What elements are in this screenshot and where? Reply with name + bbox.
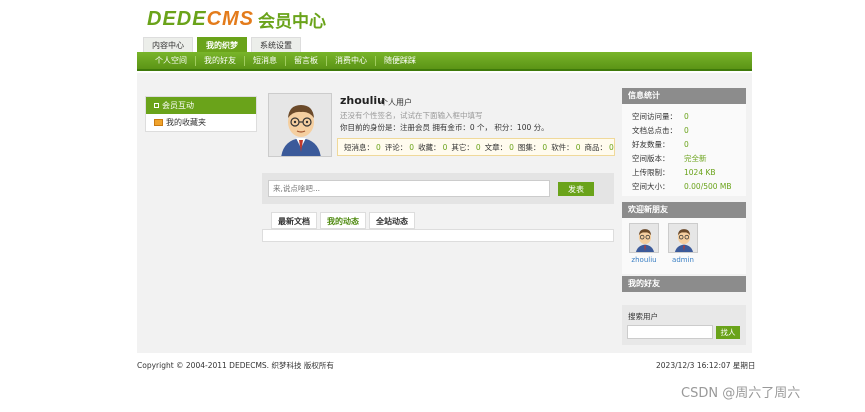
new-friends-title: 欢迎新朋友 <box>622 202 746 218</box>
stat-value[interactable]: 0 <box>476 143 481 152</box>
content-tabs: 最新文档 我的动态 全站动态 <box>271 212 418 229</box>
friend-item[interactable]: admin <box>667 223 699 264</box>
info-value: 0 <box>684 112 689 121</box>
logo-text: DEDECMS <box>147 7 255 30</box>
status-input[interactable] <box>268 180 550 197</box>
bullet-icon <box>154 103 159 108</box>
user-type: 个人用户 <box>380 98 412 107</box>
post-button[interactable]: 发表 <box>558 182 594 196</box>
watermark: CSDN @周六了周六 <box>681 386 801 401</box>
tab-my-activity[interactable]: 我的动态 <box>320 212 366 229</box>
search-user-button[interactable]: 找人 <box>716 326 740 339</box>
nav-personal-space[interactable]: 个人空间 <box>147 55 196 66</box>
info-value: 完全新 <box>684 154 707 163</box>
friend-name[interactable]: admin <box>667 256 699 264</box>
stat-label: 商品： <box>584 142 607 152</box>
tab-content <box>262 229 614 242</box>
stat-label: 图集： <box>517 142 541 152</box>
new-friends-list: zhouliu admin <box>622 218 746 274</box>
info-label: 空间大小： <box>632 182 670 191</box>
nav-my-friends[interactable]: 我的好友 <box>196 55 245 66</box>
info-row: 空间访问量： 0 <box>632 110 746 124</box>
info-row: 空间版本： 完全新 <box>632 152 746 166</box>
main-nav: 个人空间 我的好友 短消息 留言板 消费中心 随便踩踩 <box>137 52 752 71</box>
stat-value[interactable]: 0 <box>409 143 414 152</box>
info-value: 1024 KB <box>684 168 716 177</box>
friend-name[interactable]: zhouliu <box>628 256 660 264</box>
info-label: 好友数量： <box>632 140 670 149</box>
footer-datetime: 2023/12/3 16:12:07 星期日 <box>656 361 756 370</box>
footer-copyright: Copyright © 2004-2011 DEDECMS. 织梦科技 版权所有 <box>137 361 334 370</box>
info-row: 好友数量： 0 <box>632 138 746 152</box>
stat-value[interactable]: 0 <box>509 143 514 152</box>
info-row: 文档总点击： 0 <box>632 124 746 138</box>
search-label: 搜索用户 <box>628 312 658 321</box>
side-item-label: 我的收藏夹 <box>166 118 206 127</box>
stat-value[interactable]: 0 <box>609 143 614 152</box>
side-item-member-interaction[interactable]: 会员互动 <box>146 97 256 114</box>
tab-latest-docs[interactable]: 最新文档 <box>271 212 317 229</box>
identity-info: 你目前的身份是：注册会员 拥有金币：0 个， 积分：100 分。 <box>340 123 549 132</box>
avatar-person-icon <box>669 224 697 252</box>
stat-label: 评论： <box>384 142 408 152</box>
folder-icon <box>154 119 163 126</box>
friend-avatar[interactable] <box>629 223 659 253</box>
info-value: 0.00/500 MB <box>684 182 732 191</box>
stat-value[interactable]: 0 <box>576 143 581 152</box>
tab-system-settings[interactable]: 系统设置 <box>251 37 301 52</box>
top-tabs: 内容中心 我的织梦 系统设置 <box>143 37 305 52</box>
info-label: 空间版本： <box>632 154 670 163</box>
nav-consumption[interactable]: 消费中心 <box>327 55 376 66</box>
nav-messages[interactable]: 短消息 <box>245 55 286 66</box>
user-avatar[interactable] <box>268 93 332 157</box>
tab-my-dream[interactable]: 我的织梦 <box>197 37 247 52</box>
avatar-person-icon <box>630 224 658 252</box>
nav-browse[interactable]: 随便踩踩 <box>376 56 424 66</box>
tab-site-activity[interactable]: 全站动态 <box>369 212 415 229</box>
avatar-person-icon <box>269 94 331 156</box>
side-menu: 会员互动 我的收藏夹 <box>145 96 257 132</box>
friend-avatar[interactable] <box>668 223 698 253</box>
stat-label: 短消息： <box>344 142 374 152</box>
info-panel-title: 信息统计 <box>622 88 746 104</box>
stat-value[interactable]: 0 <box>376 143 381 152</box>
stat-label: 软件： <box>551 142 574 152</box>
info-list: 空间访问量： 0 文档总点击： 0 好友数量： 0 空间版本： 完全新 上传限制： 102… <box>622 104 746 196</box>
side-item-favorites[interactable]: 我的收藏夹 <box>146 114 256 131</box>
stat-value[interactable]: 0 <box>542 143 547 152</box>
nav-guestbook[interactable]: 留言板 <box>286 55 327 66</box>
info-label: 空间访问量： <box>632 112 677 121</box>
site-logo[interactable]: DEDECMS 会员中心 <box>147 7 327 32</box>
username: zhouliu <box>340 94 385 107</box>
info-value: 0 <box>684 126 689 135</box>
stat-label: 文章： <box>484 142 508 152</box>
info-label: 上传限制： <box>632 168 670 177</box>
info-label: 文档总点击： <box>632 126 677 135</box>
tab-content-center[interactable]: 内容中心 <box>143 37 193 52</box>
stat-value[interactable]: 0 <box>443 143 448 152</box>
stats-box: 短消息： 0 评论： 0 收藏： 0 其它： 0 文章： 0 图集： 0 软件： 0 商品： 0 <box>337 138 615 156</box>
stat-label: 收藏： <box>418 142 441 152</box>
my-friends-title: 我的好友 <box>622 276 746 292</box>
search-user-input[interactable] <box>627 325 713 339</box>
signature: 还没有个性签名，试试在下面输入框中填写 <box>340 111 483 120</box>
info-row: 空间大小： 0.00/500 MB <box>632 180 746 194</box>
logo-subtitle: 会员中心 <box>258 11 327 32</box>
side-item-label: 会员互动 <box>162 101 194 110</box>
friend-item[interactable]: zhouliu <box>628 223 660 264</box>
stat-label: 其它： <box>451 142 474 152</box>
info-row: 上传限制： 1024 KB <box>632 166 746 180</box>
info-value: 0 <box>684 140 689 149</box>
